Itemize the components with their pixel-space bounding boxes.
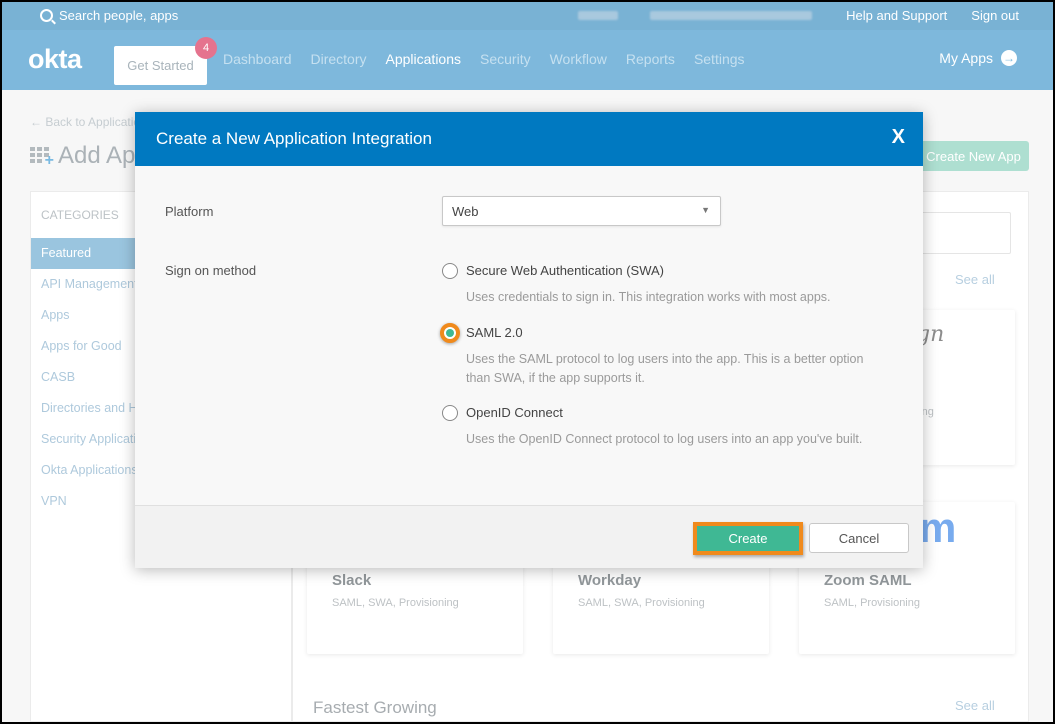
nav-applications[interactable]: Applications (386, 51, 462, 67)
dialog-header: Create a New Application Integration X (135, 112, 923, 166)
create-app-integration-dialog: Create a New Application Integration X P… (135, 112, 923, 568)
okta-logo[interactable]: okta (28, 44, 82, 75)
option-title[interactable]: Secure Web Authentication (SWA) (466, 263, 664, 278)
radio-openid-connect[interactable] (442, 405, 458, 421)
platform-label: Platform (165, 204, 214, 219)
notification-badge: 4 (195, 37, 217, 59)
option-description: Uses credentials to sign in. This integr… (466, 290, 831, 304)
my-apps-link[interactable]: My Apps → (939, 50, 1017, 66)
option-title[interactable]: OpenID Connect (466, 405, 563, 420)
option-description: Uses the SAML protocol to log users into… (466, 352, 864, 385)
platform-select-value: Web (452, 204, 479, 219)
nav-dashboard[interactable]: Dashboard (223, 51, 292, 67)
option-description: Uses the OpenID Connect protocol to log … (466, 432, 863, 446)
dialog-footer: Create Cancel (135, 505, 923, 568)
cancel-button[interactable]: Cancel (809, 523, 909, 553)
nav-directory[interactable]: Directory (311, 51, 367, 67)
nav-settings[interactable]: Settings (694, 51, 745, 67)
nav-workflow[interactable]: Workflow (550, 51, 607, 67)
radio-saml-selected[interactable] (440, 323, 460, 343)
get-started-button[interactable]: Get Started (114, 46, 207, 85)
chevron-down-icon: ▼ (701, 205, 710, 215)
main-nav: okta Get Started 4 Dashboard Directory A… (2, 30, 1053, 90)
sign-out-link[interactable]: Sign out (971, 8, 1019, 23)
dialog-title: Create a New Application Integration (156, 129, 432, 148)
nav-security[interactable]: Security (480, 51, 531, 67)
create-button[interactable]: Create (693, 522, 803, 555)
arrow-right-circle-icon: → (1001, 50, 1017, 66)
app-window: Search people, apps Help and Support Sig… (2, 2, 1053, 722)
option-title[interactable]: SAML 2.0 (466, 325, 523, 340)
search-icon (40, 9, 53, 22)
global-search[interactable]: Search people, apps (40, 8, 178, 23)
search-placeholder[interactable]: Search people, apps (59, 8, 178, 23)
top-bar: Search people, apps Help and Support Sig… (2, 2, 1053, 30)
platform-select[interactable]: Web ▼ (442, 196, 721, 226)
my-apps-label: My Apps (939, 50, 993, 66)
nav-reports[interactable]: Reports (626, 51, 675, 67)
close-icon[interactable]: X (892, 126, 905, 149)
redacted-org-name (650, 11, 812, 20)
sign-on-method-label: Sign on method (165, 263, 257, 278)
help-support-link[interactable]: Help and Support (846, 8, 947, 23)
redacted-user-name (578, 11, 618, 20)
radio-swa[interactable] (442, 263, 458, 279)
